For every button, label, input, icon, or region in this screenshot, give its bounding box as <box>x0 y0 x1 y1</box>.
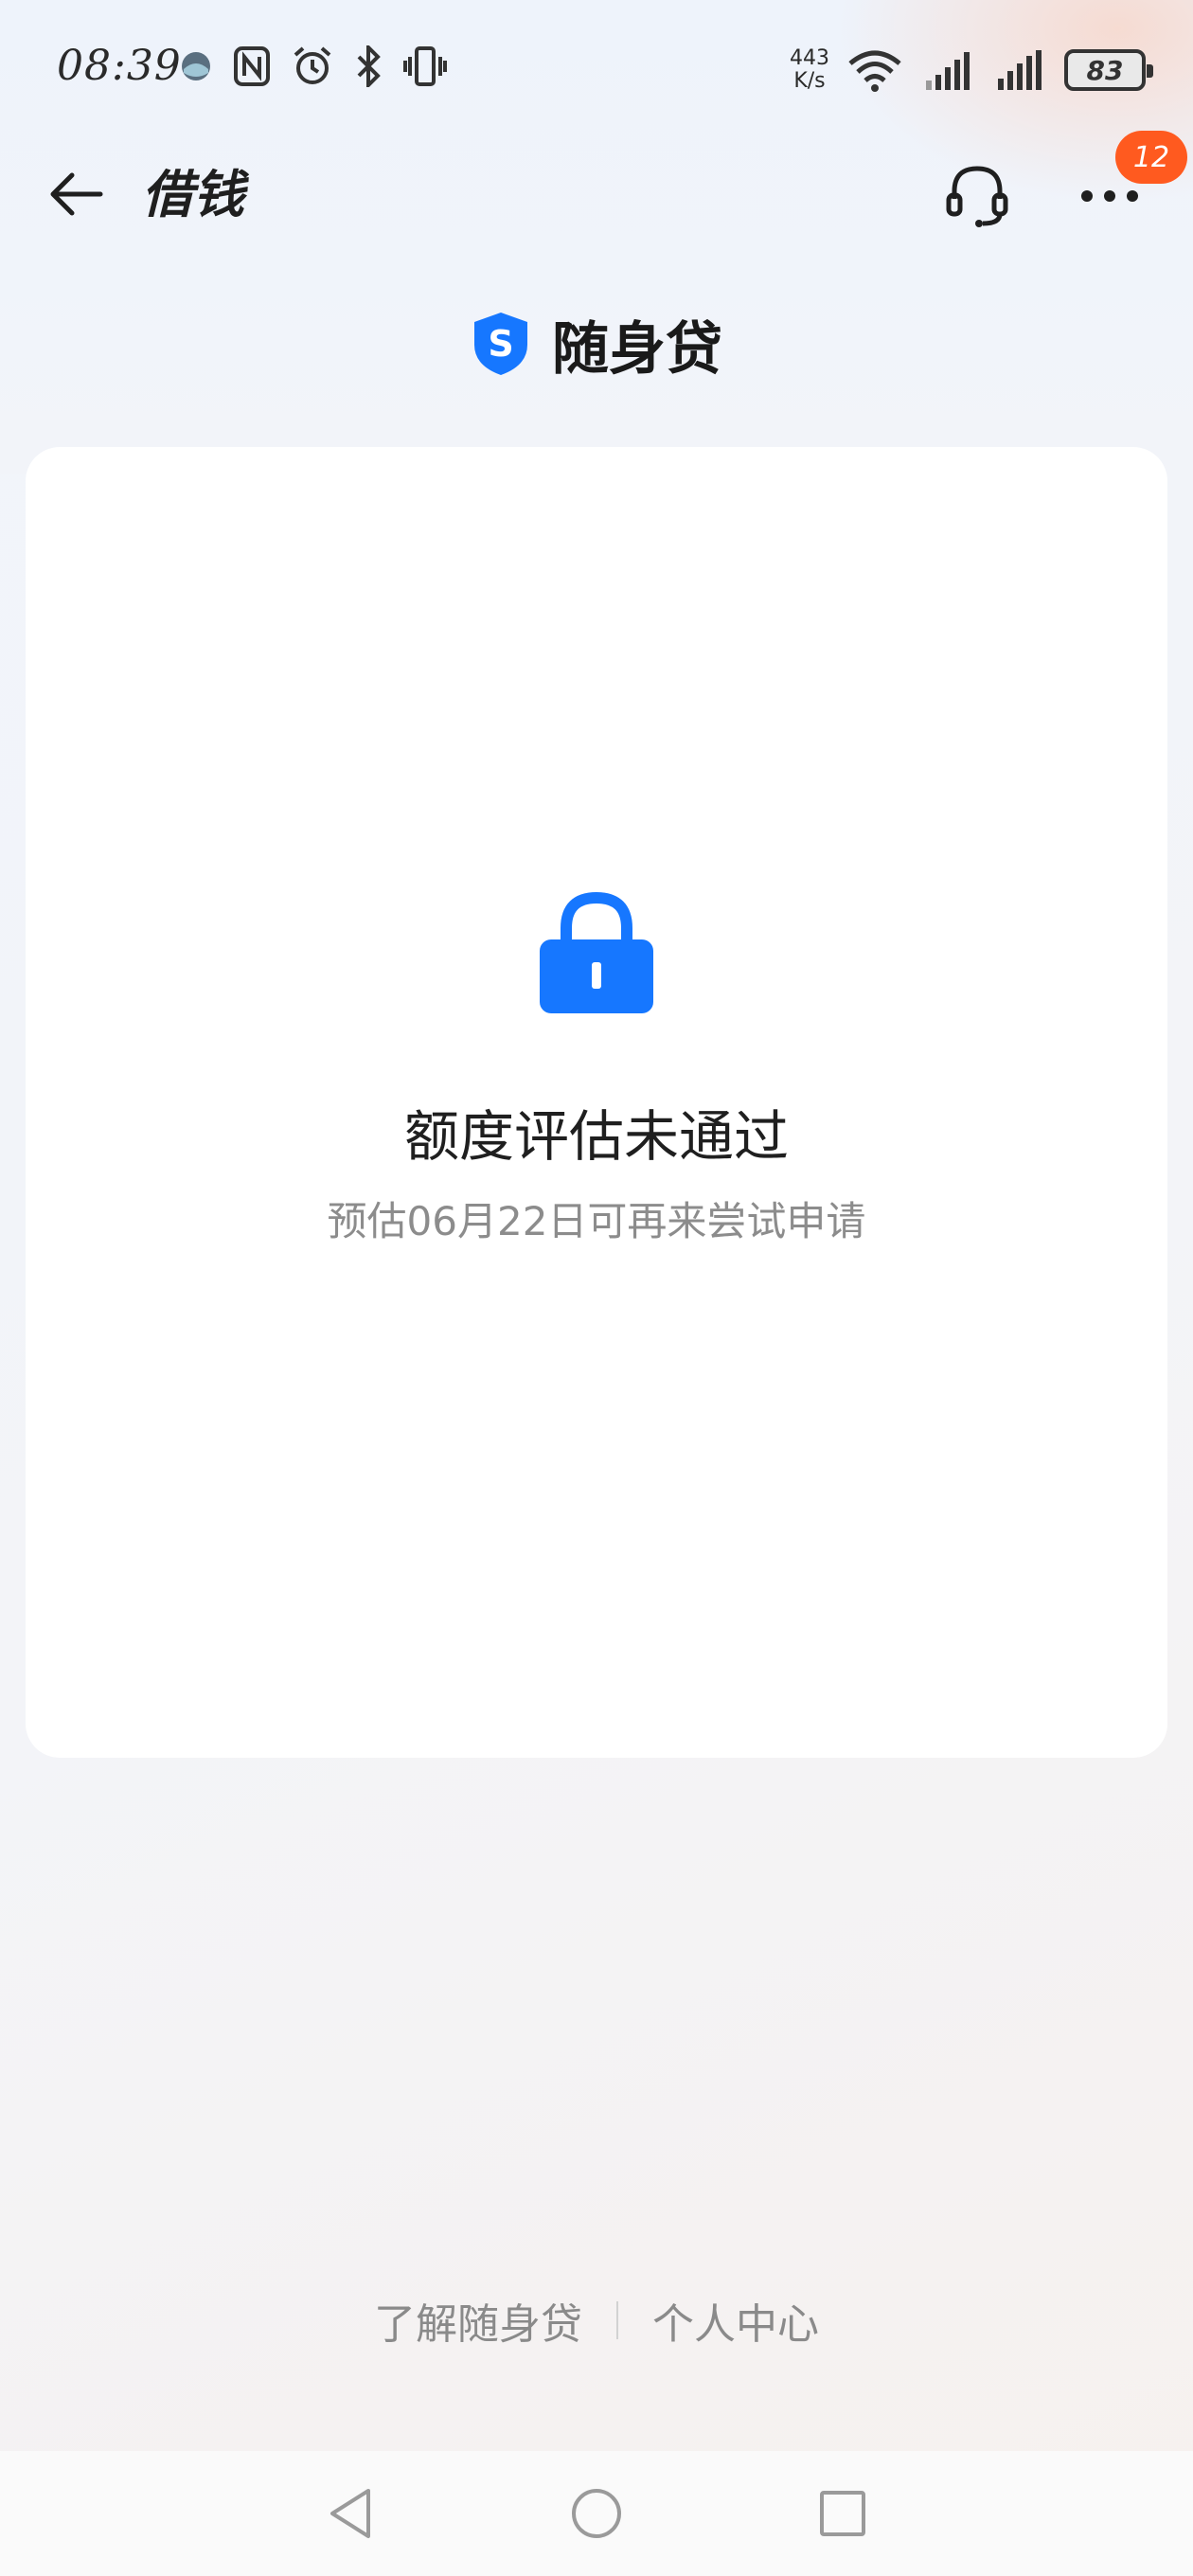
more-dots-icon <box>1081 190 1138 202</box>
app-notification-icon <box>182 52 210 80</box>
app-header: 借钱 <box>0 133 1193 256</box>
arrow-left-icon <box>50 172 103 216</box>
footer-links: 了解随身贷 个人中心 <box>0 2282 1193 2358</box>
personal-center-link[interactable]: 个人中心 <box>618 2290 853 2351</box>
signal-sim1-icon <box>926 52 970 90</box>
bluetooth-icon <box>357 45 381 87</box>
notification-badge: 12 <box>1115 131 1187 184</box>
about-product-link[interactable]: 了解随身贷 <box>340 2290 616 2351</box>
lock-icon <box>540 891 653 1013</box>
nav-home-button[interactable] <box>563 2480 630 2547</box>
shield-logo-icon: S <box>474 313 527 375</box>
signal-sim2-icon <box>998 50 1042 90</box>
result-subtitle: 预估06月22日可再来尝试申请 <box>327 1198 866 1244</box>
vibrate-icon <box>403 46 447 86</box>
status-left-icons <box>180 42 447 91</box>
system-navigation-bar <box>0 2451 1193 2576</box>
network-speed: 443 K/s <box>790 47 829 93</box>
product-brand: S 随身贷 <box>0 301 1193 386</box>
nfc-icon <box>234 46 270 86</box>
status-bar: 08:39 443 K/s 83 <box>0 0 1193 133</box>
battery-level: 83 <box>1086 54 1124 86</box>
shield-logo-letter: S <box>488 323 513 365</box>
battery-indicator: 83 <box>1064 49 1153 91</box>
product-name: 随身贷 <box>552 315 722 383</box>
status-right-icons: 443 K/s 83 <box>790 42 1153 98</box>
circle-home-icon <box>572 2489 621 2538</box>
result-title: 额度评估未通过 <box>403 1104 789 1169</box>
nav-recents-button[interactable] <box>810 2480 876 2547</box>
headset-icon <box>946 166 1008 227</box>
nav-back-button[interactable] <box>317 2480 383 2547</box>
page-title: 借钱 <box>142 164 244 224</box>
triangle-back-icon <box>330 2489 370 2538</box>
square-recents-icon <box>820 2491 865 2536</box>
wifi-icon <box>848 50 901 92</box>
network-speed-unit: K/s <box>793 69 826 93</box>
status-time: 08:39 <box>57 42 182 90</box>
customer-service-button[interactable] <box>937 156 1017 236</box>
back-button[interactable] <box>38 156 114 232</box>
alarm-icon <box>294 46 331 84</box>
network-speed-value: 443 <box>790 46 829 70</box>
